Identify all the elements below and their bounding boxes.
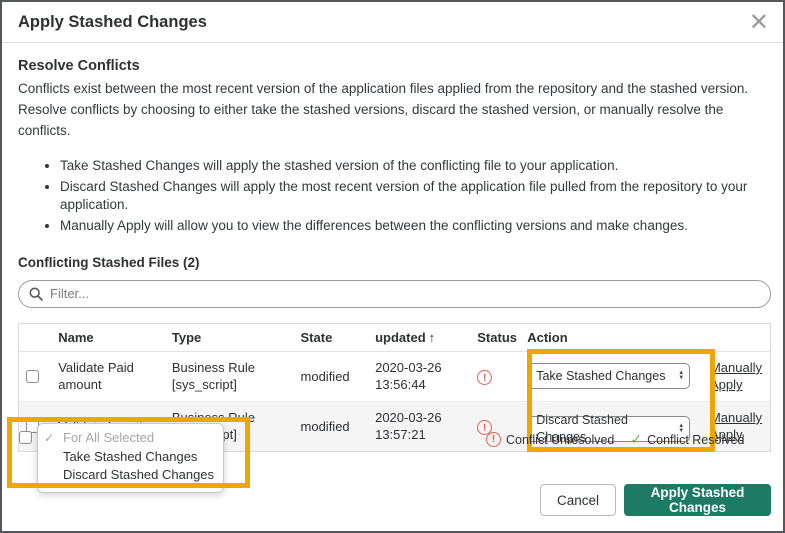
status-legend: ! Conflict Unresolved ✓ Conflict Resolve… (486, 431, 744, 448)
row1-type-line2: [sys_script] (171, 377, 237, 393)
header-action: Action (527, 323, 710, 352)
menu-item-discard-stashed-changes[interactable]: Discard Stashed Changes (44, 466, 215, 485)
menu-item-label: Take Stashed Changes (63, 448, 198, 464)
bulk-action-menu: ✓ For All Selected Take Stashed Changes … (37, 423, 224, 493)
header-name: Name (58, 323, 172, 352)
conflict-unresolved-icon: ! (486, 432, 501, 447)
conflicting-files-label: Conflicting Stashed Files (2) (18, 254, 200, 270)
select-spinner-icon: ▲ ▼ (678, 370, 685, 382)
header-updated-label: updated (375, 329, 426, 345)
cancel-button[interactable]: Cancel (540, 484, 616, 516)
row2-updated: 2020-03-26 13:57:21 (375, 400, 478, 452)
legend-unresolved: ! Conflict Unresolved (486, 432, 614, 447)
dialog-title: Apply Stashed Changes (18, 12, 207, 31)
menu-item-for-all-selected: ✓ For All Selected (44, 429, 215, 448)
search-icon (29, 287, 43, 301)
row1-type-line1: Business Rule (171, 359, 255, 375)
row1-action-cell: Take Stashed Changes ▲ ▼ (527, 351, 710, 401)
row1-name: Validate Paid amount (58, 359, 134, 393)
row1-action-select[interactable]: Take Stashed Changes ▲ ▼ (527, 363, 691, 390)
row1-checkbox[interactable] (26, 369, 39, 383)
filter-input[interactable] (50, 286, 760, 302)
legend-unresolved-label: Conflict Unresolved (506, 432, 615, 447)
conflict-unresolved-icon: ! (477, 370, 493, 386)
row1-type: Business Rule [sys_script] (172, 351, 301, 401)
row1-manual-cell: Manually Apply (710, 351, 771, 401)
row2-updated-time: 13:57:21 (375, 427, 426, 443)
table-row-validate-paid-amount: Validate Paid amount Business Rule [sys_… (19, 351, 771, 401)
legend-resolved: ✓ Conflict Resolved (630, 431, 744, 448)
menu-item-label: Discard Stashed Changes (63, 467, 215, 482)
header-type: Type (171, 323, 301, 352)
bullet-take-stashed: Take Stashed Changes will apply the stas… (60, 157, 767, 175)
row2-state: modified (300, 400, 376, 452)
row1-status: ! (477, 351, 527, 401)
row1-updated-time: 13:56:44 (375, 377, 426, 393)
legend-resolved-label: Conflict Resolved (647, 432, 745, 447)
row1-action-value: Take Stashed Changes (536, 369, 666, 384)
dialog-header: Apply Stashed Changes ✕ (2, 2, 783, 43)
apply-stashed-changes-dialog: Apply Stashed Changes ✕ Resolve Conflict… (0, 0, 785, 533)
header-manual-col (709, 323, 771, 352)
table-header-row: Name Type State updated ↑ Status Action (18, 323, 771, 352)
bullet-discard-stashed: Discard Stashed Changes will apply the m… (60, 178, 767, 213)
conflicts-description: Conflicts exist between the most recent … (18, 81, 749, 138)
dialog-body: Resolve Conflicts Conflicts exist betwee… (2, 43, 783, 452)
check-icon: ✓ (44, 431, 55, 445)
apply-stashed-changes-button[interactable]: Apply Stashed Changes (624, 484, 771, 516)
menu-item-label: For All Selected (63, 430, 155, 445)
options-bullet-list: Take Stashed Changes will apply the stas… (18, 157, 767, 235)
sort-ascending-icon: ↑ (428, 329, 436, 345)
header-updated[interactable]: updated ↑ (375, 323, 478, 352)
header-status: Status (477, 323, 528, 352)
filter-box (18, 279, 771, 308)
row1-updated: 2020-03-26 13:56:44 (375, 351, 477, 401)
resolve-conflicts-heading: Resolve Conflicts (18, 58, 140, 74)
row1-state: modified (300, 368, 350, 384)
select-all-checkbox[interactable] (19, 431, 32, 444)
header-state: State (300, 323, 376, 352)
conflict-resolved-icon: ✓ (630, 431, 643, 447)
close-icon[interactable]: ✕ (749, 10, 769, 34)
bullet-manually-apply: Manually Apply will allow you to view th… (60, 217, 767, 235)
header-checkbox-col (18, 323, 59, 352)
row2-updated-date: 2020-03-26 (375, 409, 442, 425)
row1-manually-apply-link[interactable]: Manually Apply (710, 359, 762, 394)
menu-item-take-stashed-changes[interactable]: Take Stashed Changes (44, 448, 215, 467)
row1-updated-date: 2020-03-26 (375, 359, 442, 375)
